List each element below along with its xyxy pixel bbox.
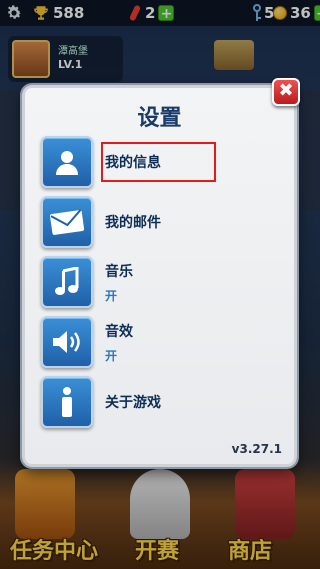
music-status: 开: [105, 288, 118, 303]
menu-item-my-mail[interactable]: 我的邮件: [41, 196, 281, 248]
version-label: v3.27.1: [231, 442, 282, 456]
mail-icon[interactable]: [41, 196, 93, 248]
info-icon[interactable]: [41, 376, 93, 428]
dialog-title: 设置: [137, 106, 182, 131]
highlight-box: [101, 142, 216, 182]
menu-item-label: 音效: [105, 323, 133, 340]
menu-item-label: 音乐: [105, 263, 133, 280]
music-note-icon[interactable]: [41, 256, 93, 308]
sound-effects-status: 开: [105, 348, 118, 363]
menu-item-label: 关于游戏: [105, 395, 161, 411]
close-icon[interactable]: ✖: [272, 78, 300, 106]
menu-item-sound-effects[interactable]: 音效 开: [41, 316, 281, 368]
person-icon[interactable]: [41, 136, 93, 188]
menu-item-about-game[interactable]: 关于游戏: [41, 376, 281, 428]
speaker-icon[interactable]: [41, 316, 93, 368]
menu-item-music[interactable]: 音乐 开: [41, 256, 281, 308]
menu-item-label: 我的邮件: [105, 215, 161, 231]
